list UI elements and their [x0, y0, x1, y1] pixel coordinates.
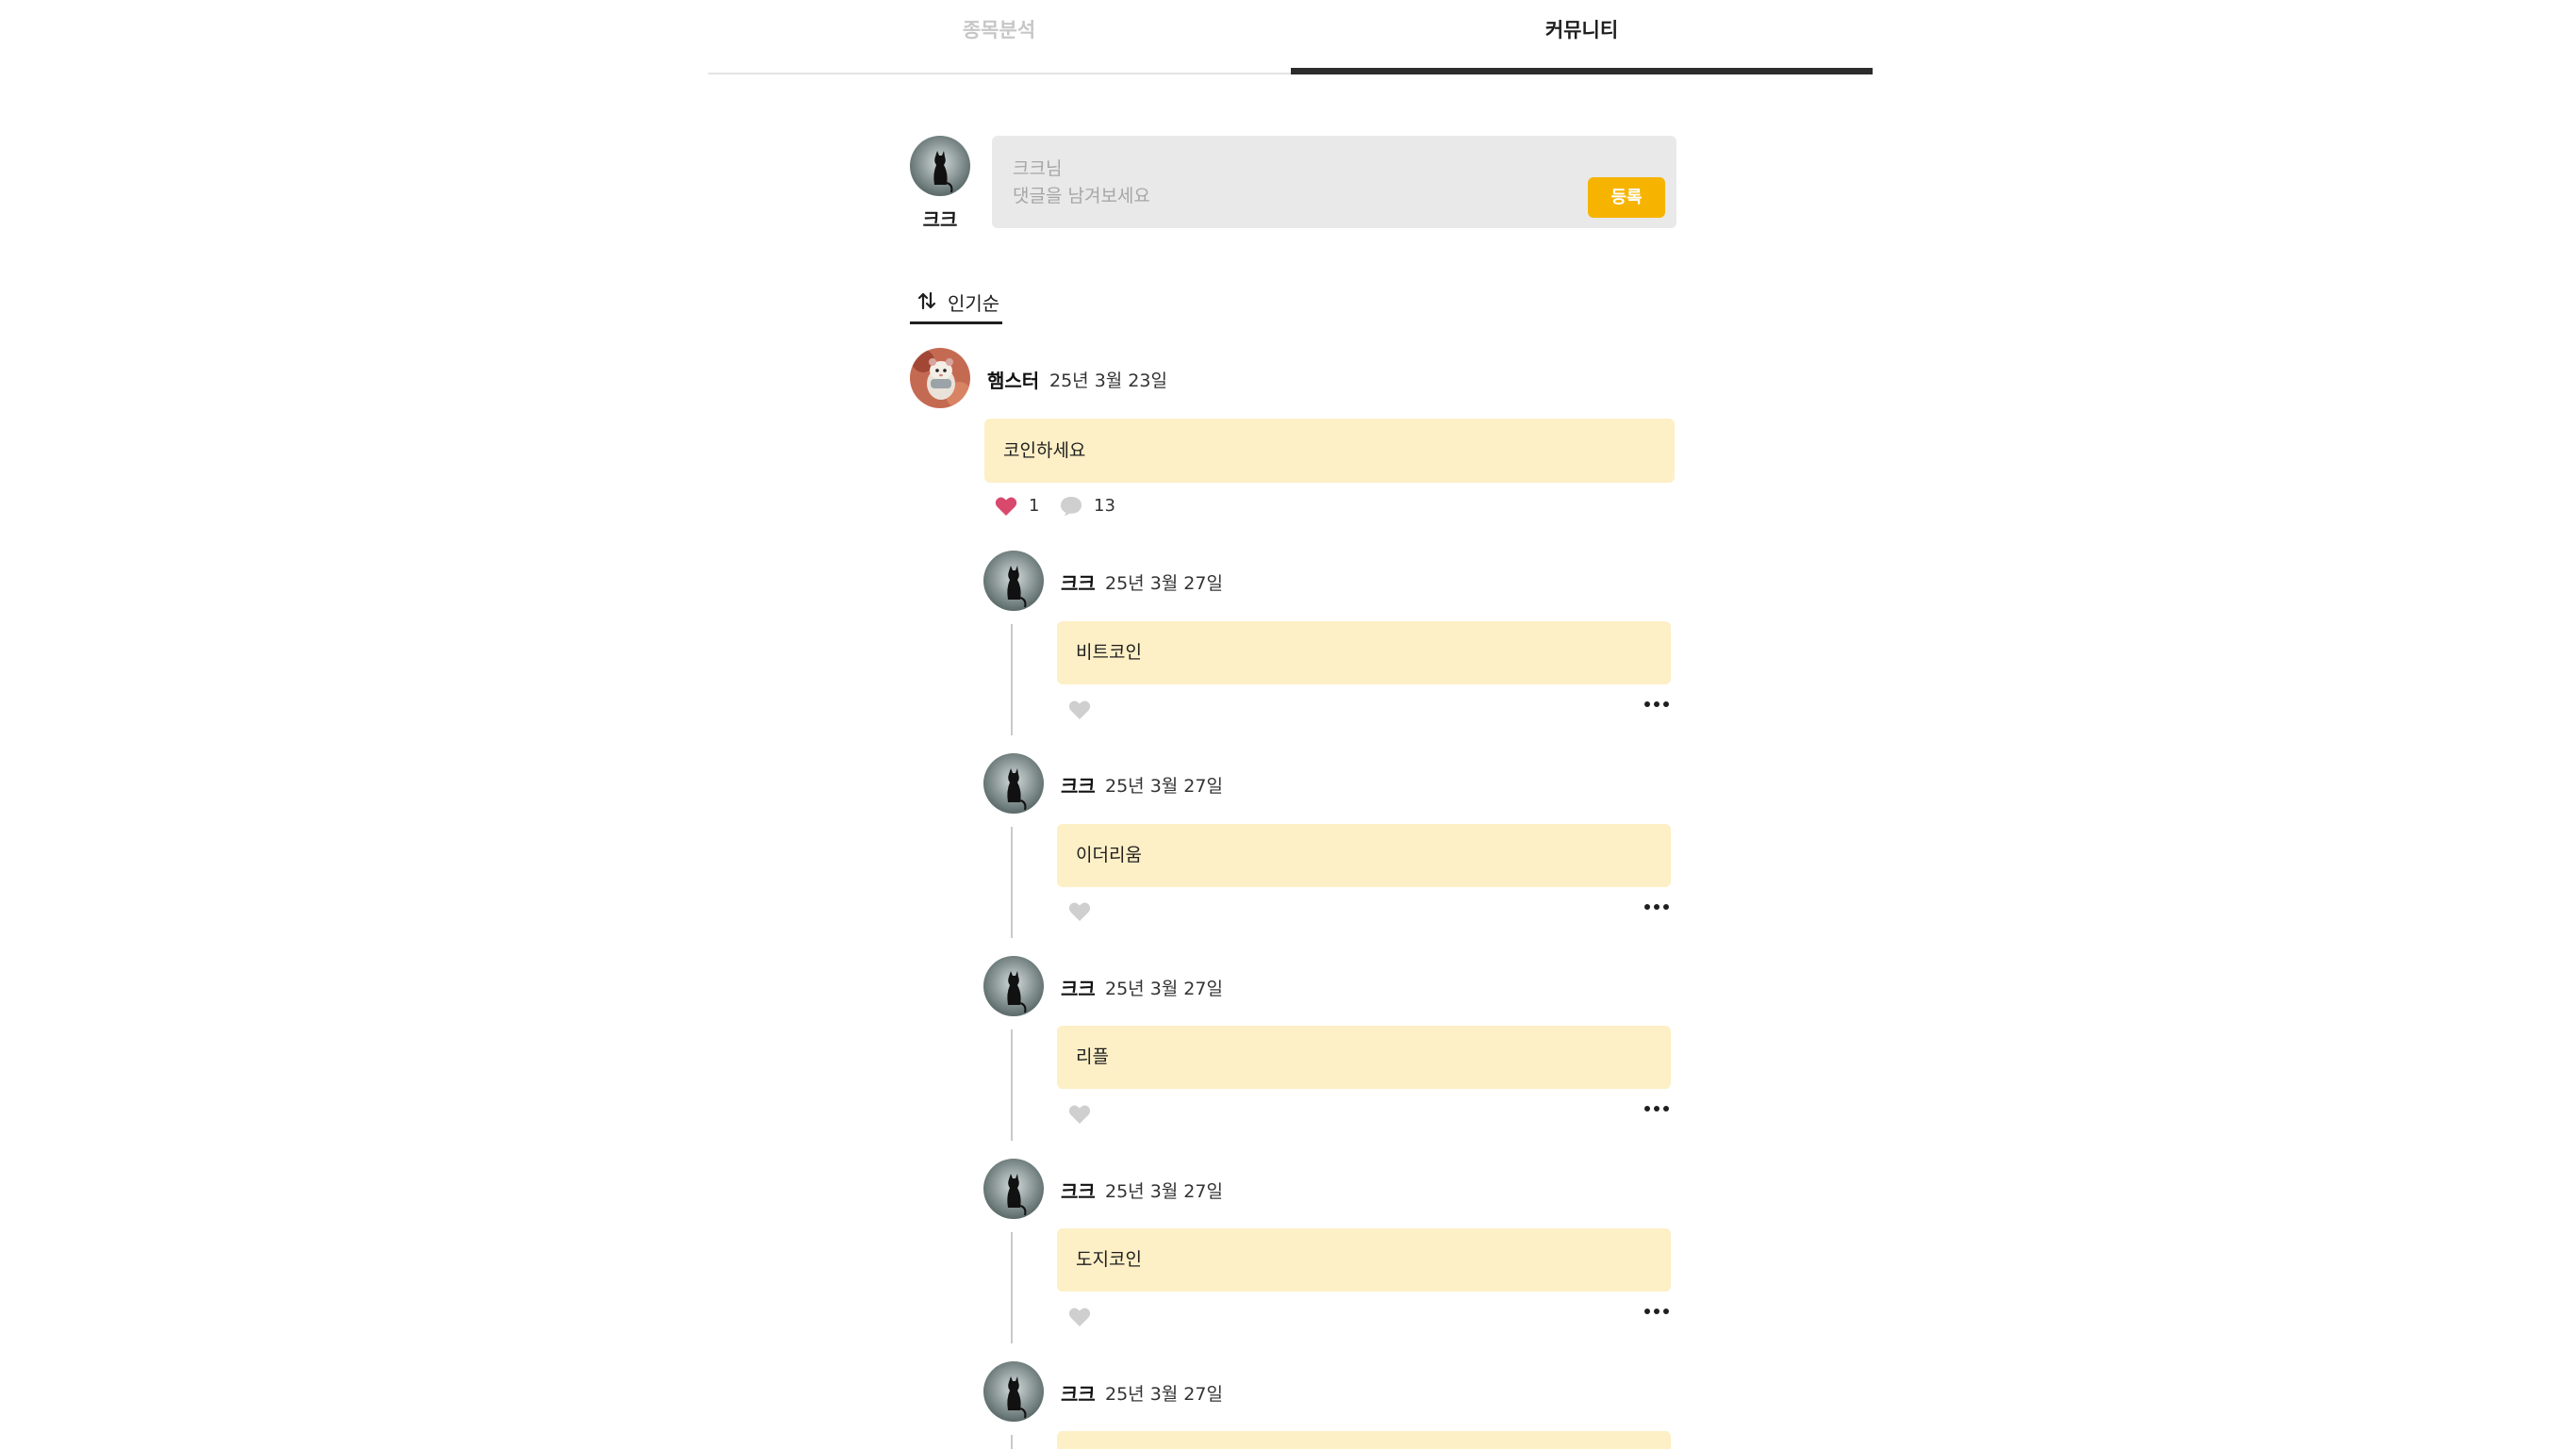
more-options-icon[interactable] [1643, 1102, 1671, 1115]
sort-label: 인기순 [948, 292, 1000, 315]
like-heart-icon[interactable] [995, 496, 1017, 517]
tab-label: 커뮤니티 [1544, 19, 1619, 41]
more-options-icon[interactable] [1643, 698, 1671, 711]
tab-label: 종목분석 [962, 19, 1036, 41]
black-cat-avatar-icon [983, 1361, 1044, 1422]
black-cat-avatar-icon [983, 956, 1044, 1016]
tab-stock-analysis[interactable]: 종목분석 [708, 0, 1290, 73]
reply-body: 리플 [1057, 1026, 1671, 1089]
comment-author[interactable]: 햄스터 [987, 366, 1039, 393]
thread-line [1011, 624, 1013, 735]
reply-body: 비트코인 [1057, 621, 1671, 684]
comment-input[interactable] [1013, 186, 1541, 206]
reply-author[interactable]: 크크 [1061, 1177, 1096, 1204]
thread-line [1011, 1232, 1013, 1343]
reply-author[interactable]: 크크 [1061, 568, 1096, 596]
sort-arrows-icon [917, 291, 936, 310]
thread-line [1011, 827, 1013, 938]
reply-date: 25년 3월 27일 [1105, 1181, 1223, 1202]
thread-line [1011, 1029, 1013, 1141]
reply-body: 도지코인 [1057, 1228, 1671, 1292]
thread-line [1011, 1435, 1013, 1449]
composer-user-label: 크크님 [1013, 158, 1063, 179]
composer-user-name: 크크 [922, 208, 958, 231]
black-cat-avatar-icon [983, 1159, 1044, 1219]
black-cat-avatar-icon [983, 753, 1044, 814]
active-tab-indicator [1291, 68, 1873, 74]
like-count: 1 [1029, 496, 1040, 516]
sort-button[interactable]: 인기순 [910, 288, 1002, 324]
reply-count: 13 [1094, 496, 1115, 516]
more-options-icon[interactable] [1643, 1305, 1671, 1318]
black-cat-avatar-icon [910, 136, 970, 196]
reply-date: 25년 3월 27일 [1105, 1384, 1223, 1405]
hamster-avatar-icon [910, 348, 970, 408]
reply-date: 25년 3월 27일 [1105, 979, 1223, 999]
reply-date: 25년 3월 27일 [1105, 573, 1223, 594]
reply-author[interactable]: 크크 [1061, 771, 1096, 799]
comment-body: 코인하세요 [984, 419, 1675, 483]
community-page: 종목분석 커뮤니티 크크 크크님 등록 [0, 0, 2576, 1449]
more-options-icon[interactable] [1643, 900, 1671, 914]
reply-date: 25년 3월 27일 [1105, 776, 1223, 797]
comment-composer: 크크님 등록 [992, 136, 1676, 228]
comment-date: 25년 3월 23일 [1049, 370, 1167, 391]
like-heart-icon[interactable] [1068, 1307, 1091, 1327]
like-heart-icon[interactable] [1068, 901, 1091, 922]
reply-author[interactable]: 크크 [1061, 974, 1096, 1001]
like-heart-icon[interactable] [1068, 1104, 1091, 1125]
reply-bubble-icon[interactable] [1060, 496, 1082, 517]
reply-author[interactable]: 크크 [1061, 1379, 1096, 1407]
reply-body: 이더리움 [1057, 824, 1671, 887]
tab-bar: 종목분석 커뮤니티 [708, 0, 1873, 74]
tab-community[interactable]: 커뮤니티 [1291, 0, 1873, 74]
like-heart-icon[interactable] [1068, 700, 1091, 720]
reply-body [1057, 1431, 1671, 1449]
submit-button[interactable]: 등록 [1588, 177, 1665, 218]
black-cat-avatar-icon [983, 551, 1044, 611]
